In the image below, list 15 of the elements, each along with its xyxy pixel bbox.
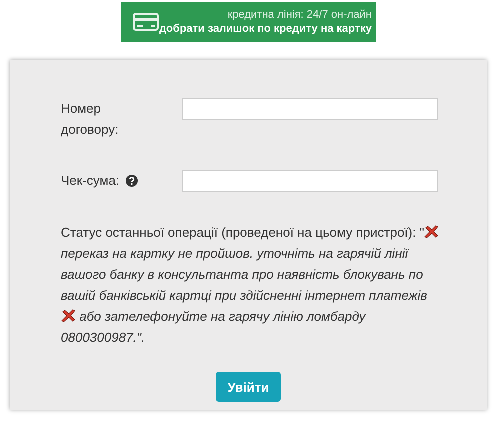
field-label: Чек-сума: — [61, 172, 120, 190]
status-message: 0800300987.". — [61, 330, 146, 345]
promo-banner[interactable]: кредитна лінія: 24/7 он-лайн добрати залишок по кредиту на картку — [121, 2, 376, 42]
status-label: Статус останньої операції (проведеної на цьому пристрої): " — [61, 225, 424, 240]
help-icon[interactable] — [126, 174, 138, 186]
text-field[interactable] — [182, 170, 438, 192]
text-field[interactable] — [182, 98, 438, 120]
banner-title: добрати залишок по кредиту на картку — [159, 22, 372, 36]
banner-subtitle: кредитна лінія: 24/7 он-лайн — [228, 8, 372, 22]
login-button[interactable]: Увійти — [216, 372, 282, 402]
status-message: або зателефонуйте на гарячу лінію ломбарду — [80, 309, 366, 324]
cross-icon — [424, 225, 440, 239]
field-label: Номер договору: — [61, 100, 120, 139]
credit-card-icon — [133, 13, 159, 31]
cross-icon — [61, 309, 76, 323]
